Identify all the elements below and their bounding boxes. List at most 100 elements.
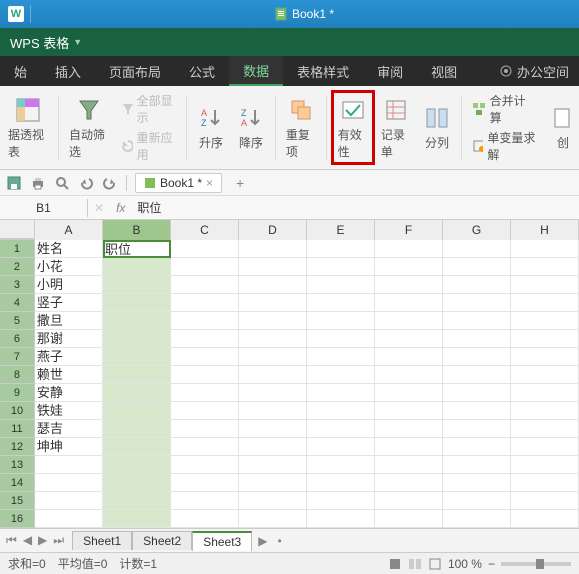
cell[interactable]: 撒旦 <box>35 312 103 330</box>
cell[interactable] <box>239 384 307 402</box>
cell[interactable] <box>35 456 103 474</box>
menu-view[interactable]: 视图 <box>417 56 471 86</box>
cell[interactable] <box>171 258 239 276</box>
cell[interactable] <box>443 510 511 528</box>
cell[interactable] <box>103 258 171 276</box>
cell[interactable] <box>307 258 375 276</box>
formula-input[interactable]: 职位 <box>131 199 167 216</box>
app-tab-wps[interactable]: WPS 表格 ▼ <box>0 28 92 56</box>
cell[interactable] <box>511 330 579 348</box>
cell[interactable] <box>443 258 511 276</box>
cell[interactable] <box>103 330 171 348</box>
sheet-add-button[interactable]: ▶ <box>252 534 273 548</box>
cell[interactable] <box>443 276 511 294</box>
cell[interactable] <box>375 294 443 312</box>
sheet-tab-2[interactable]: Sheet2 <box>132 531 192 550</box>
ribbon-validity[interactable]: 有效性 <box>331 90 375 165</box>
cell[interactable] <box>103 312 171 330</box>
zoom-out-button[interactable]: − <box>488 557 495 571</box>
row-header[interactable]: 4 <box>0 294 35 312</box>
cell[interactable] <box>171 312 239 330</box>
name-box[interactable]: B1 <box>0 199 88 217</box>
cell[interactable] <box>103 294 171 312</box>
cell[interactable]: 职位 <box>103 240 171 258</box>
col-header-B[interactable]: B <box>103 220 171 240</box>
cell[interactable] <box>375 456 443 474</box>
cell[interactable] <box>239 492 307 510</box>
close-tab-icon[interactable]: × <box>206 176 213 190</box>
cell[interactable] <box>171 276 239 294</box>
fx-icon[interactable]: fx <box>110 201 131 215</box>
menu-tablestyle[interactable]: 表格样式 <box>283 56 363 86</box>
menu-insert[interactable]: 插入 <box>41 56 95 86</box>
col-header-F[interactable]: F <box>375 220 443 240</box>
cell[interactable] <box>443 474 511 492</box>
zoom-slider[interactable] <box>501 562 571 566</box>
cell[interactable] <box>375 384 443 402</box>
cell[interactable] <box>103 456 171 474</box>
cell[interactable] <box>375 312 443 330</box>
cell[interactable] <box>375 366 443 384</box>
menu-office-space[interactable]: 办公空间 <box>499 62 579 81</box>
cell[interactable] <box>375 438 443 456</box>
cell[interactable]: 竖子 <box>35 294 103 312</box>
cell[interactable] <box>239 456 307 474</box>
row-header[interactable]: 10 <box>0 402 35 420</box>
cell[interactable]: 坤坤 <box>35 438 103 456</box>
cell[interactable] <box>103 384 171 402</box>
row-header[interactable]: 1 <box>0 240 35 258</box>
menu-pagelayout[interactable]: 页面布局 <box>95 56 175 86</box>
cell[interactable] <box>443 330 511 348</box>
cell[interactable] <box>171 438 239 456</box>
row-header[interactable]: 11 <box>0 420 35 438</box>
sheet-tab-3[interactable]: Sheet3 <box>192 531 252 551</box>
cell[interactable] <box>307 312 375 330</box>
cell[interactable] <box>307 240 375 258</box>
document-tab[interactable]: Book1 * × <box>135 173 222 193</box>
cell[interactable] <box>307 420 375 438</box>
cell[interactable] <box>443 294 511 312</box>
cell[interactable] <box>239 312 307 330</box>
cell[interactable] <box>511 420 579 438</box>
cell[interactable] <box>239 438 307 456</box>
cell[interactable]: 安静 <box>35 384 103 402</box>
cell[interactable] <box>103 438 171 456</box>
menu-data[interactable]: 数据 <box>229 56 283 86</box>
cell[interactable] <box>239 294 307 312</box>
cell[interactable] <box>307 330 375 348</box>
cell[interactable] <box>307 456 375 474</box>
undo-icon[interactable] <box>78 175 94 191</box>
cell[interactable] <box>307 366 375 384</box>
cell[interactable] <box>307 438 375 456</box>
cell[interactable]: 小花 <box>35 258 103 276</box>
row-header[interactable]: 16 <box>0 510 35 528</box>
cell[interactable] <box>375 474 443 492</box>
cell[interactable]: 燕子 <box>35 348 103 366</box>
cell[interactable] <box>511 492 579 510</box>
cell[interactable] <box>103 348 171 366</box>
cell[interactable]: 姓名 <box>35 240 103 258</box>
cell[interactable] <box>103 474 171 492</box>
new-tab-button[interactable]: + <box>230 175 250 191</box>
spreadsheet-grid[interactable]: A B C D E F G H 1姓名职位2小花3小明4竖子5撒旦6那谢7燕子8… <box>0 220 579 528</box>
cell[interactable] <box>171 294 239 312</box>
ribbon-text-to-columns[interactable]: 分列 <box>417 90 457 165</box>
menu-start[interactable]: 始 <box>0 56 41 86</box>
cell[interactable] <box>171 330 239 348</box>
ribbon-solver[interactable]: 单变量求解 <box>472 129 537 163</box>
cell[interactable] <box>511 438 579 456</box>
cell[interactable] <box>307 510 375 528</box>
cell[interactable] <box>443 312 511 330</box>
cell[interactable] <box>375 258 443 276</box>
cell[interactable] <box>443 456 511 474</box>
cancel-icon[interactable]: ✕ <box>88 201 110 215</box>
ribbon-create[interactable]: 创 <box>543 90 577 165</box>
sheet-tab-1[interactable]: Sheet1 <box>72 531 132 550</box>
cell[interactable]: 赖世 <box>35 366 103 384</box>
cell[interactable] <box>443 402 511 420</box>
row-header[interactable]: 8 <box>0 366 35 384</box>
cell[interactable]: 那谢 <box>35 330 103 348</box>
cell[interactable] <box>103 276 171 294</box>
col-header-G[interactable]: G <box>443 220 511 240</box>
col-header-C[interactable]: C <box>171 220 239 240</box>
